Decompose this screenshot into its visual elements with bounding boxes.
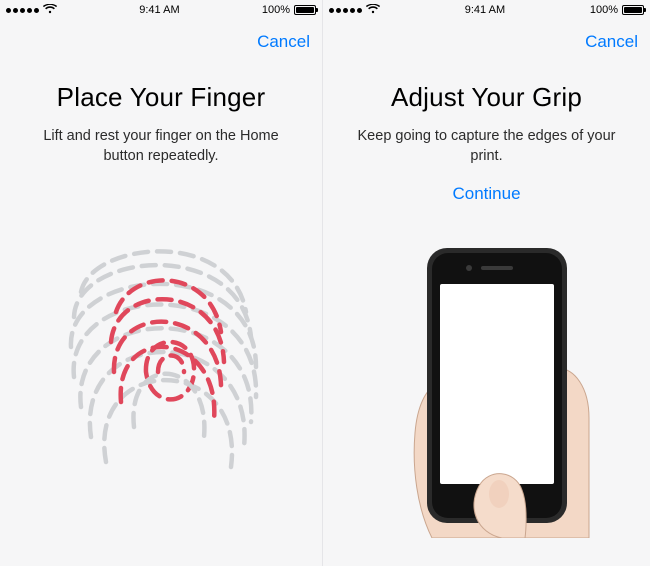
signal-strength-icon	[6, 8, 39, 13]
continue-button[interactable]: Continue	[452, 184, 520, 204]
wifi-icon	[366, 4, 380, 16]
nav-bar: Cancel	[323, 20, 650, 64]
wifi-icon	[43, 4, 57, 16]
status-right: 100%	[262, 4, 316, 16]
touchid-setup-place-finger: 9:41 AM 100% Cancel Place Your Finger Li…	[0, 0, 322, 566]
status-time: 9:41 AM	[465, 4, 505, 16]
battery-pct: 100%	[590, 4, 618, 16]
screen-title: Adjust Your Grip	[391, 82, 582, 113]
status-bar: 9:41 AM 100%	[323, 0, 650, 20]
status-time: 9:41 AM	[139, 4, 179, 16]
status-left	[6, 4, 57, 16]
status-left	[329, 4, 380, 16]
phone-in-hand-illustration	[357, 218, 617, 538]
status-bar: 9:41 AM 100%	[0, 0, 322, 20]
nav-bar: Cancel	[0, 20, 322, 64]
signal-strength-icon	[329, 8, 362, 13]
battery-icon	[622, 5, 644, 15]
screen-title: Place Your Finger	[57, 82, 266, 113]
screen-subtitle: Lift and rest your finger on the Home bu…	[22, 127, 300, 166]
screen-subtitle: Keep going to capture the edges of your …	[345, 127, 628, 166]
battery-icon	[294, 5, 316, 15]
status-right: 100%	[590, 4, 644, 16]
content-area: Adjust Your Grip Keep going to capture t…	[323, 64, 650, 566]
cancel-button[interactable]: Cancel	[257, 32, 310, 52]
content-area: Place Your Finger Lift and rest your fin…	[0, 64, 322, 566]
cancel-button[interactable]: Cancel	[585, 32, 638, 52]
fingerprint-icon	[56, 222, 266, 482]
touchid-setup-adjust-grip: 9:41 AM 100% Cancel Adjust Your Grip Kee…	[322, 0, 650, 566]
battery-pct: 100%	[262, 4, 290, 16]
